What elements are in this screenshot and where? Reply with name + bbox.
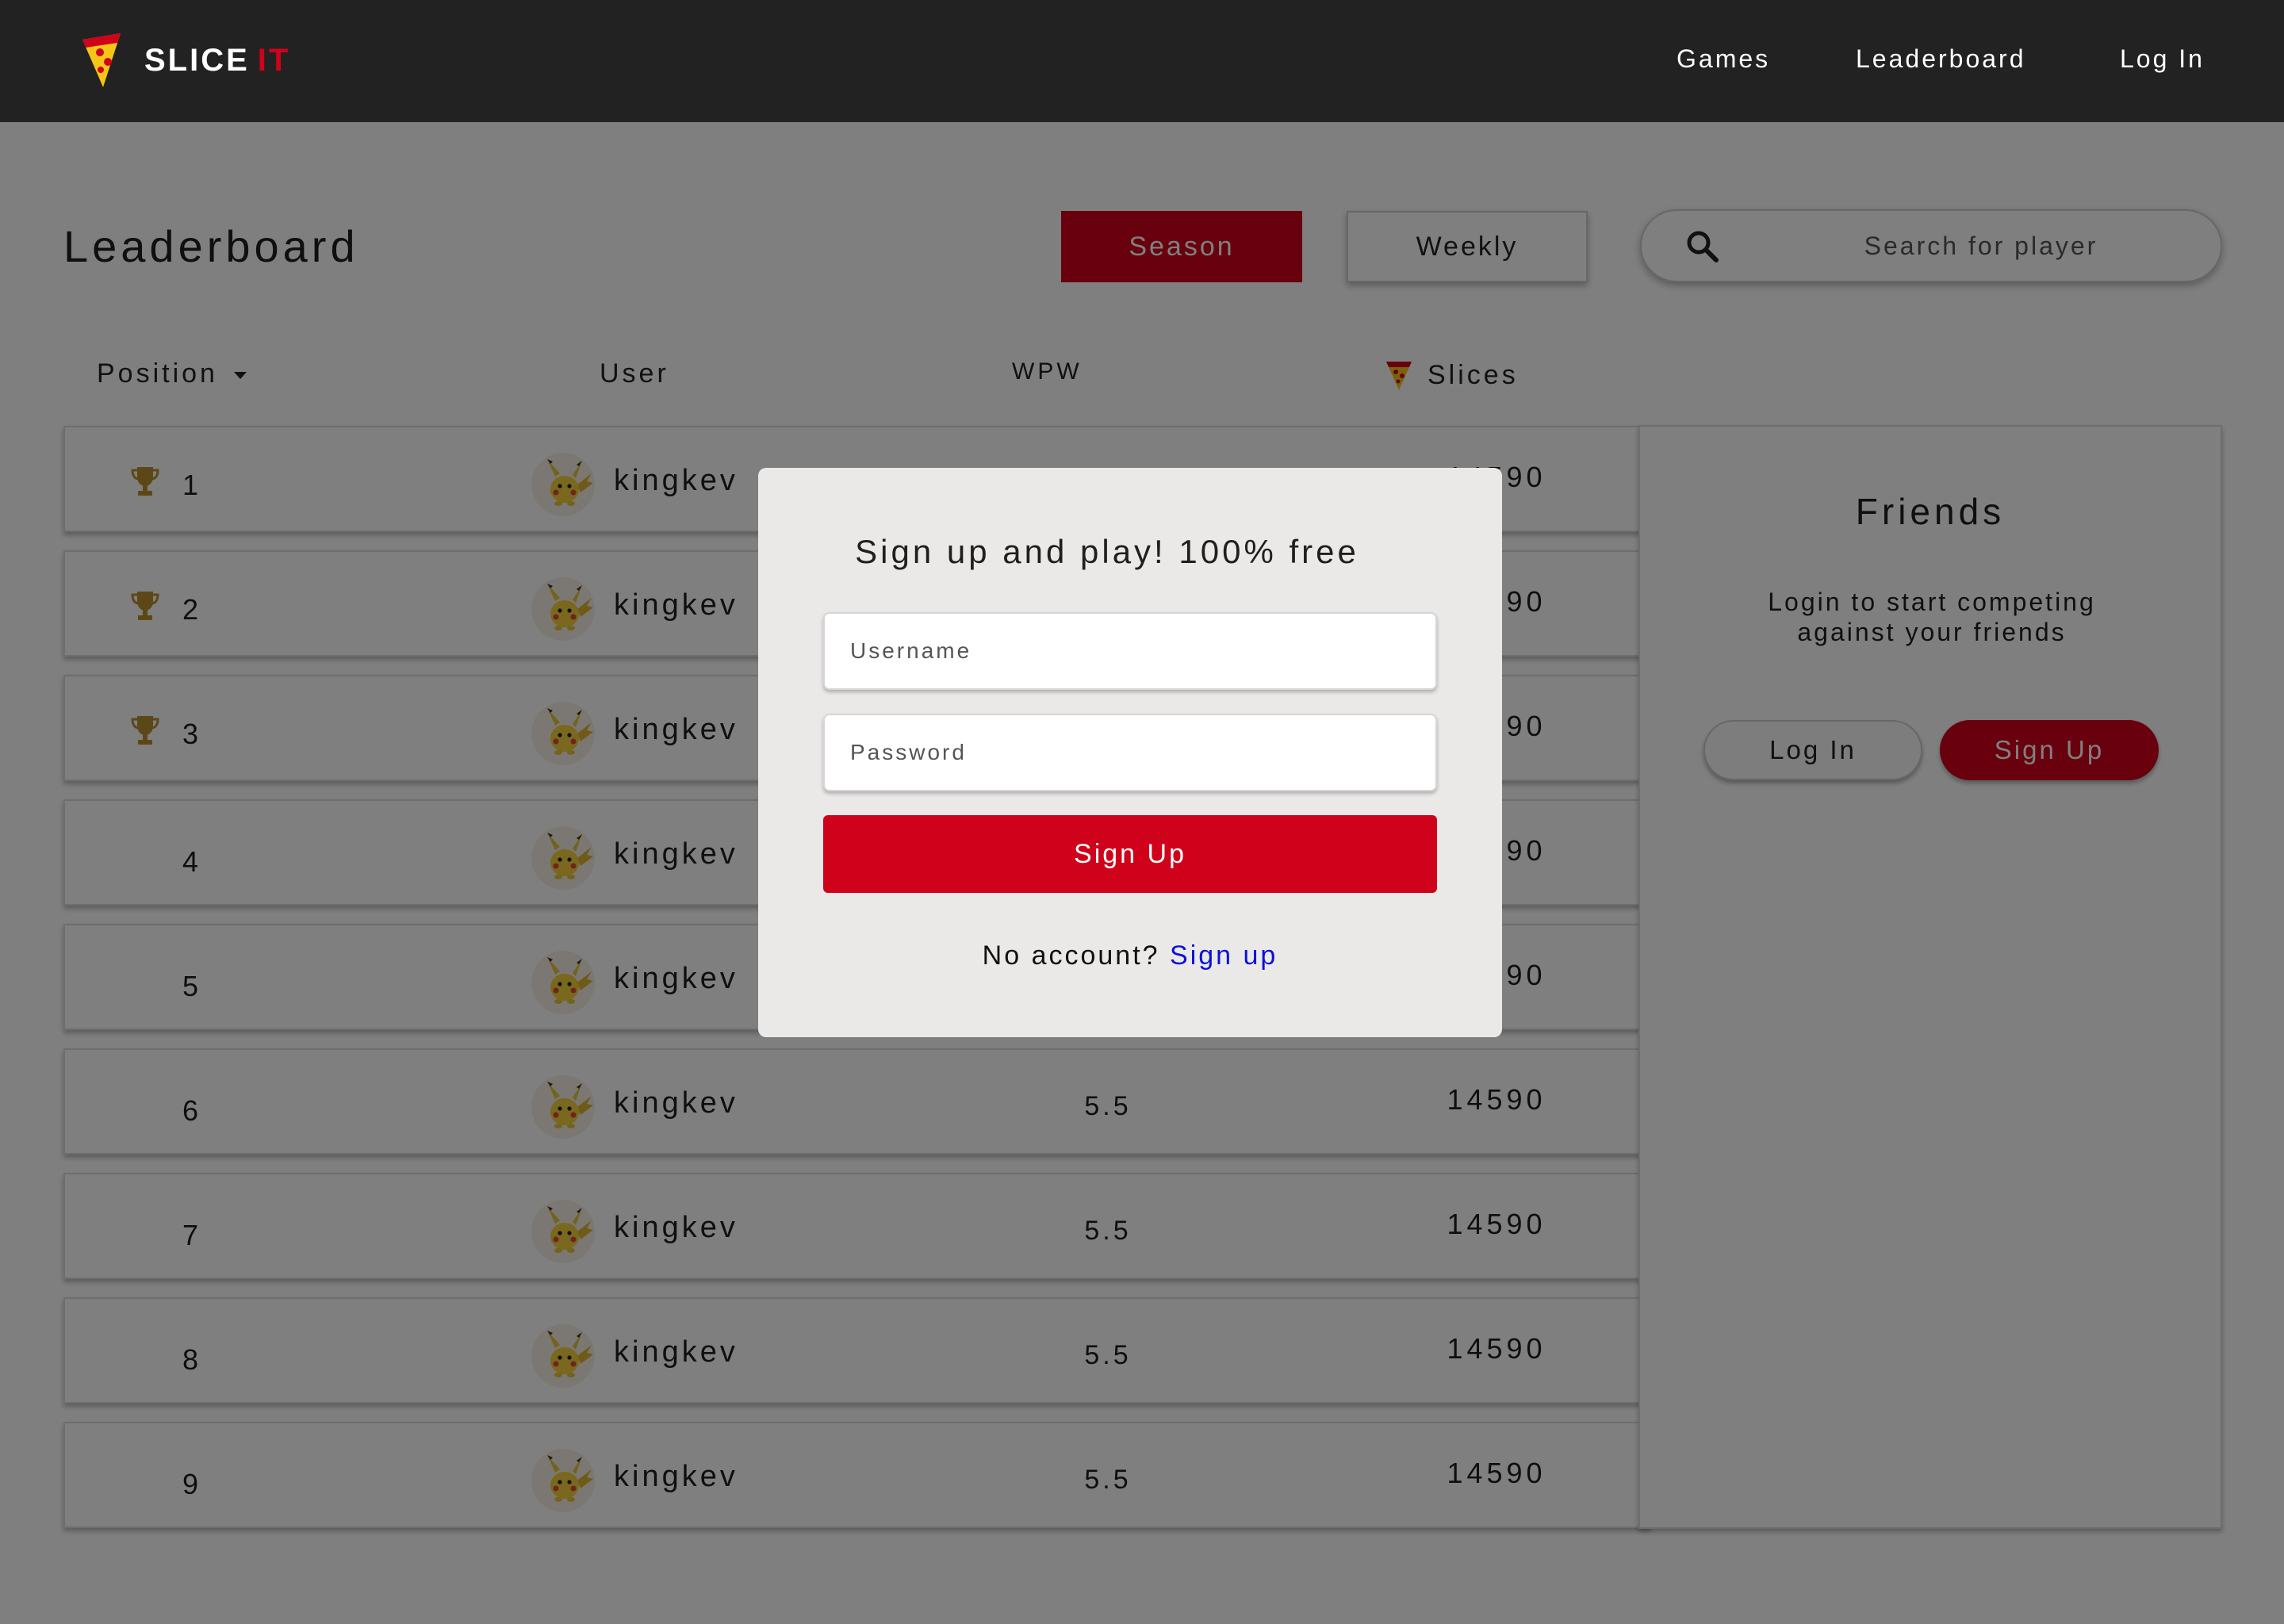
modal-footer-text: No account? bbox=[982, 940, 1160, 971]
nav-login[interactable]: Log In bbox=[2120, 44, 2205, 74]
modal-title: Sign up and play! 100% free bbox=[855, 533, 1359, 570]
username-field[interactable] bbox=[823, 612, 1437, 690]
logo[interactable]: SLICE IT bbox=[79, 30, 290, 90]
nav-leaderboard[interactable]: Leaderboard bbox=[1856, 44, 2025, 74]
modal-footer: No account? Sign up bbox=[758, 940, 1502, 971]
signup-submit-button[interactable]: Sign Up bbox=[823, 815, 1437, 893]
nav-games[interactable]: Games bbox=[1677, 44, 1770, 74]
password-field[interactable] bbox=[823, 714, 1437, 791]
signup-link[interactable]: Sign up bbox=[1170, 940, 1278, 971]
signup-modal: Sign up and play! 100% free Sign Up No a… bbox=[758, 468, 1502, 1037]
pizza-slice-icon bbox=[82, 33, 121, 87]
logo-text-main: SLICE bbox=[144, 42, 250, 78]
logo-text-accent: IT bbox=[257, 42, 291, 78]
top-navbar: SLICE IT Games Leaderboard Log In bbox=[0, 0, 2284, 122]
logo-text: SLICE IT bbox=[144, 43, 290, 79]
